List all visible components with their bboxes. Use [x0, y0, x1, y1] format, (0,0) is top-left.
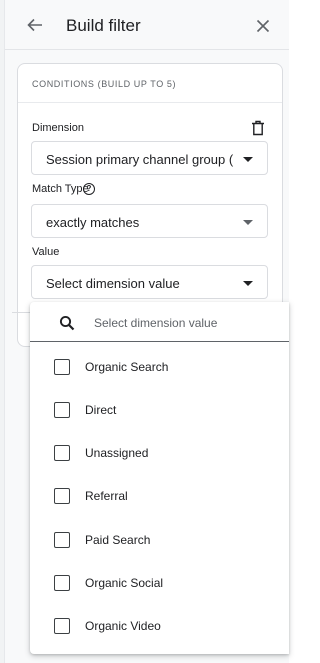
option-unassigned[interactable]: Unassigned: [30, 433, 289, 473]
help-icon[interactable]: ?: [83, 183, 95, 195]
search-input[interactable]: [94, 313, 284, 333]
trash-icon[interactable]: [251, 120, 265, 136]
conditions-heading: CONDITIONS (BUILD UP TO 5): [32, 79, 177, 89]
option-label: Paid Search: [85, 533, 151, 547]
option-direct[interactable]: Direct: [30, 390, 289, 430]
conditions-header: CONDITIONS (BUILD UP TO 5): [18, 64, 282, 103]
dimension-select[interactable]: Session primary channel group (: [31, 141, 268, 175]
panel-title: Build filter: [66, 16, 141, 35]
value-select[interactable]: Select dimension value: [31, 265, 268, 299]
chevron-down-icon: [243, 281, 253, 286]
option-label: Organic Video: [85, 619, 161, 633]
option-paid-search[interactable]: Paid Search: [30, 520, 289, 560]
dimension-label: Dimension: [32, 122, 84, 134]
checkbox[interactable]: [54, 575, 70, 591]
option-label: Referral: [85, 489, 128, 503]
option-organic-search[interactable]: Organic Search: [30, 347, 289, 387]
panel-header: Build filter: [5, 0, 289, 50]
close-button[interactable]: [252, 15, 274, 37]
checkbox[interactable]: [54, 532, 70, 548]
close-icon: [256, 19, 270, 33]
checkbox[interactable]: [54, 488, 70, 504]
dimension-select-value: Session primary channel group (: [46, 152, 234, 167]
checkbox[interactable]: [54, 402, 70, 418]
option-referral[interactable]: Referral: [30, 476, 289, 516]
value-label: Value: [32, 246, 60, 258]
option-label: Organic Search: [85, 360, 169, 374]
match-type-label: Match Type: [32, 183, 89, 195]
value-select-value: Select dimension value: [46, 276, 180, 291]
option-organic-social[interactable]: Organic Social: [30, 563, 289, 603]
option-label: Organic Social: [85, 576, 164, 590]
chevron-down-icon: [243, 157, 253, 162]
chevron-down-icon: [243, 220, 253, 225]
search-icon: [59, 315, 75, 331]
option-label: Direct: [85, 403, 117, 417]
checkbox[interactable]: [54, 445, 70, 461]
match-type-select-value: exactly matches: [46, 215, 140, 230]
arrow-left-icon: [27, 18, 42, 32]
dropdown-search: [30, 302, 289, 342]
match-type-select[interactable]: exactly matches: [31, 204, 268, 238]
checkbox[interactable]: [54, 359, 70, 375]
option-organic-video[interactable]: Organic Video: [30, 606, 289, 646]
dimension-value-dropdown: Organic Search Direct Unassigned Referra…: [30, 302, 289, 654]
back-button[interactable]: [24, 14, 46, 36]
checkbox[interactable]: [54, 618, 70, 634]
option-label: Unassigned: [85, 446, 149, 460]
card-footer-edge: [12, 312, 30, 346]
